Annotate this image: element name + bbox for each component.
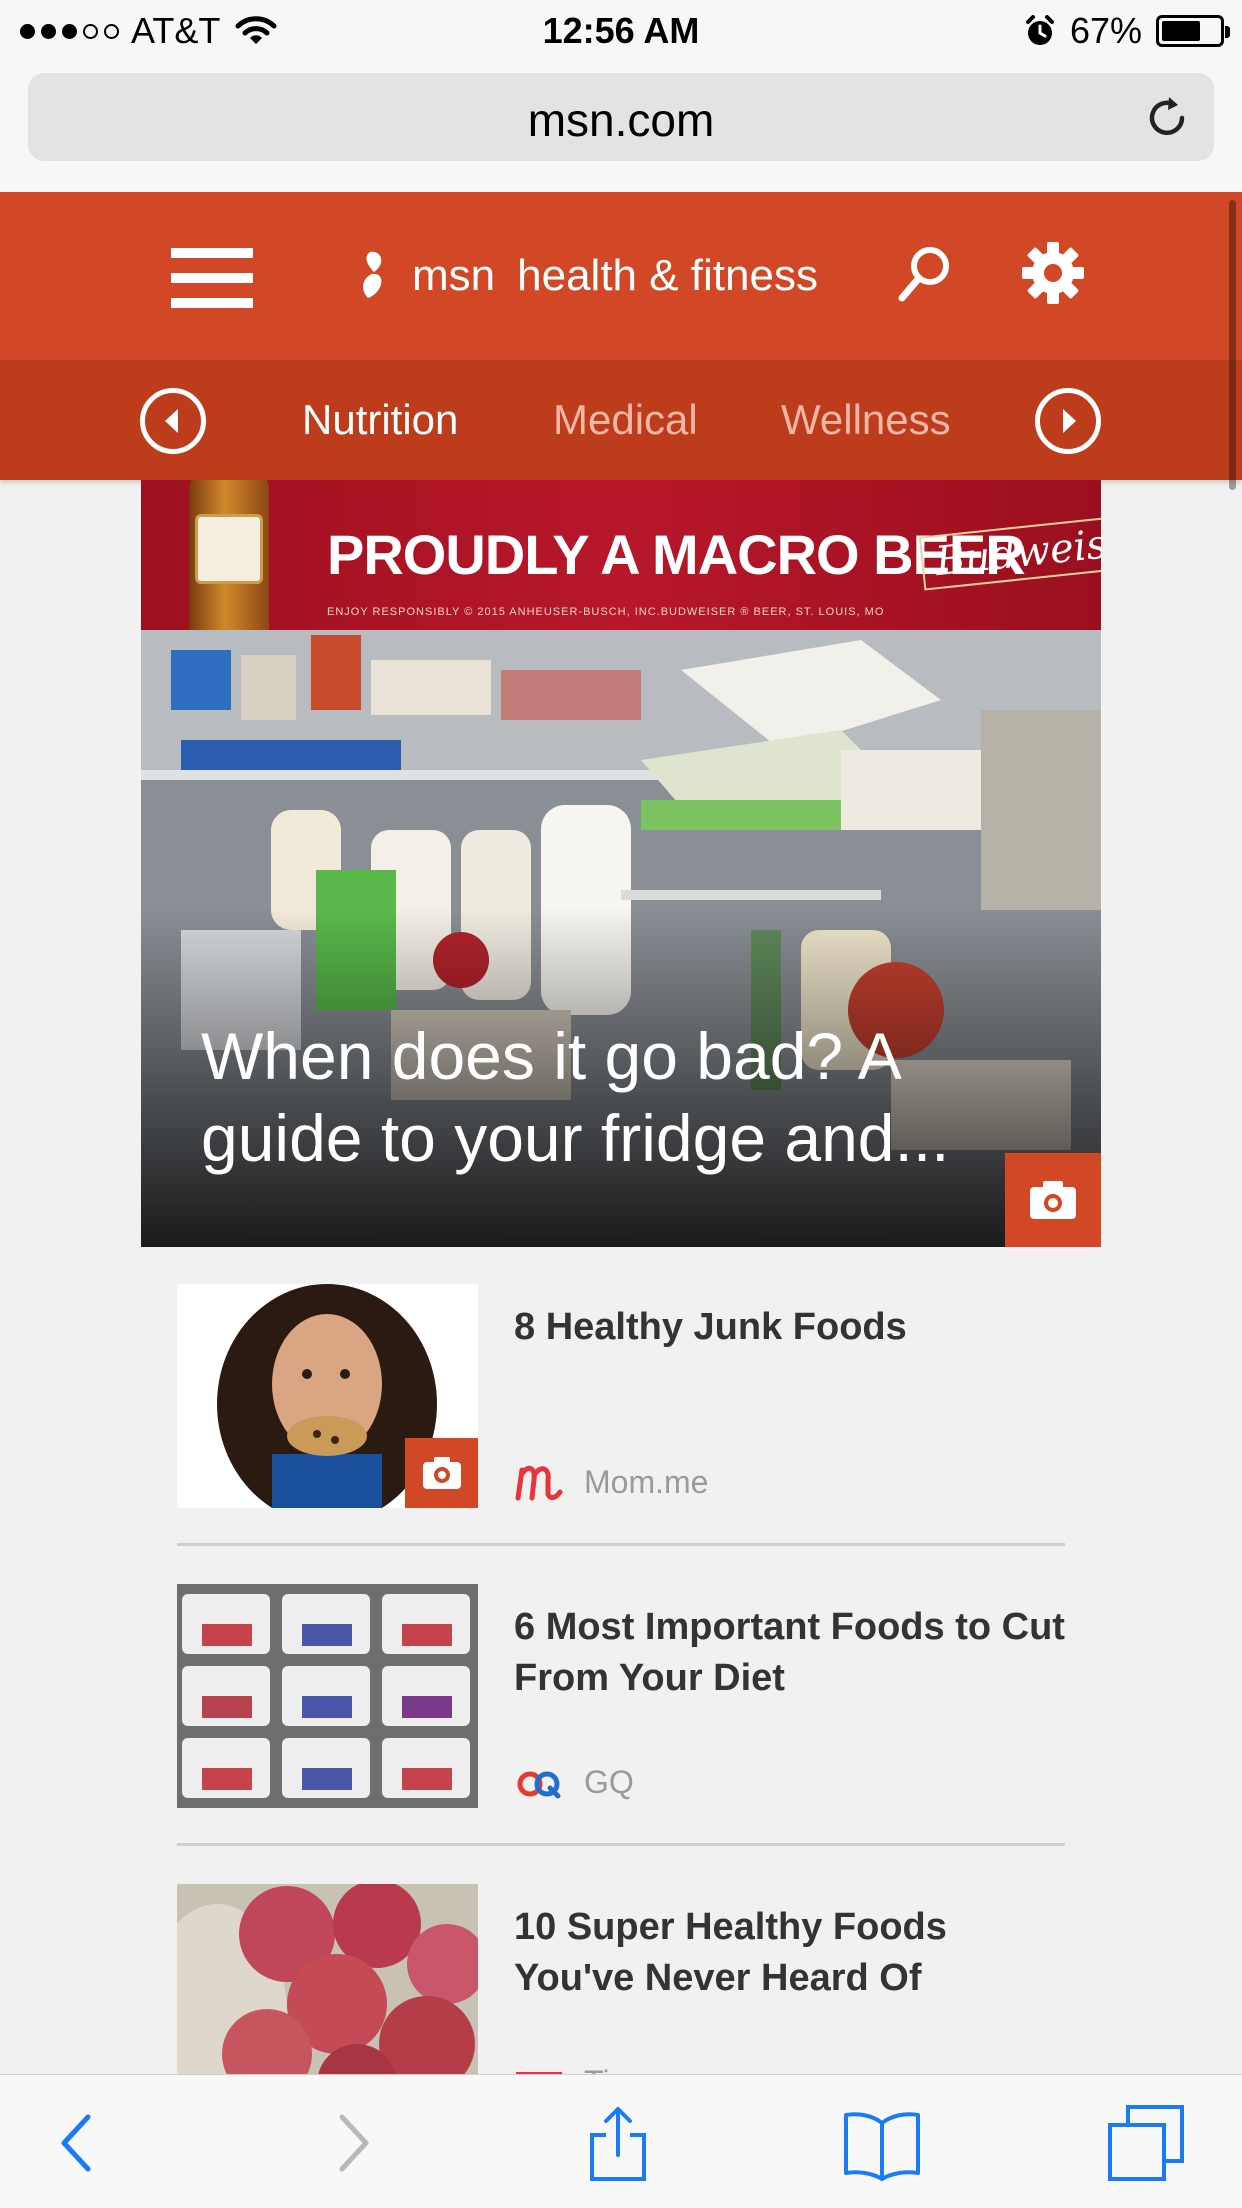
article-headline[interactable]: 6 Most Important Foods to Cut From Your … [514,1602,1074,1704]
divider [177,1843,1065,1846]
source-name: Mom.me [584,1463,709,1500]
tab-medical[interactable]: Medical [553,396,698,444]
gear-icon[interactable] [1020,240,1086,306]
tabs-icon[interactable] [1106,2103,1186,2183]
url-text[interactable]: msn.com [28,93,1214,147]
browser-address-area: msn.com [0,60,1242,192]
battery-icon [1156,15,1230,47]
forward-icon[interactable] [312,2103,392,2183]
camera-icon [1005,1153,1101,1247]
article-thumbnail[interactable] [177,1584,478,1808]
address-bar[interactable]: msn.com [28,73,1214,161]
alarm-icon [1025,15,1054,45]
scroll-indicator [1229,200,1236,490]
bookmarks-icon[interactable] [842,2103,922,2183]
site-header: msn health & fitness [0,192,1242,360]
back-icon[interactable] [38,2103,118,2183]
battery-percent: 67% [1069,10,1142,51]
momme-logo-icon [515,1465,563,1501]
status-right-group: 67% [1024,10,1230,52]
ad-fine-print: ENJOY RESPONSIBLY © 2015 ANHEUSER-BUSCH,… [327,606,885,618]
chevron-right-circle-icon[interactable] [1035,388,1101,454]
browser-toolbar [0,2074,1242,2208]
tab-nutrition[interactable]: Nutrition [302,396,458,444]
section-name: health & fitness [517,251,818,300]
reload-icon[interactable] [1142,93,1192,143]
list-item[interactable]: 8 Healthy Junk Foods Mom.me [177,1284,1065,1584]
camera-icon [405,1438,478,1508]
divider [177,1543,1065,1546]
beer-bottle-image [189,480,269,630]
share-icon[interactable] [578,2103,658,2183]
hamburger-icon[interactable] [171,248,253,308]
article-source: GQ [514,1762,634,1802]
category-nav: Nutrition Medical Wellness [0,360,1242,480]
hero-title[interactable]: When does it go bad? A guide to your fri… [201,1015,1041,1179]
article-source: Mom.me [514,1462,708,1502]
article-thumbnail[interactable] [177,1284,478,1508]
ad-banner[interactable]: PROUDLY A MACRO BEER Budweiser ENJOY RES… [141,480,1101,630]
tab-wellness[interactable]: Wellness [781,396,951,444]
list-item[interactable]: 6 Most Important Foods to Cut From Your … [177,1584,1065,1884]
msn-butterfly-logo [363,251,382,298]
article-headline[interactable]: 8 Healthy Junk Foods [514,1302,1074,1353]
source-name: GQ [584,1763,634,1800]
yogurt-cups-photo [177,1584,478,1808]
gq-logo-icon [517,1771,561,1799]
search-icon[interactable] [892,242,954,306]
hero-article[interactable]: When does it go bad? A guide to your fri… [141,630,1101,1247]
chevron-left-circle-icon[interactable] [140,388,206,454]
status-bar: AT&T 12:56 AM 67% [0,0,1242,60]
article-headline[interactable]: 10 Super Healthy Foods You've Never Hear… [514,1902,1074,2004]
site-brand[interactable]: msn health & fitness [352,248,818,304]
brand-name: msn [412,251,496,300]
